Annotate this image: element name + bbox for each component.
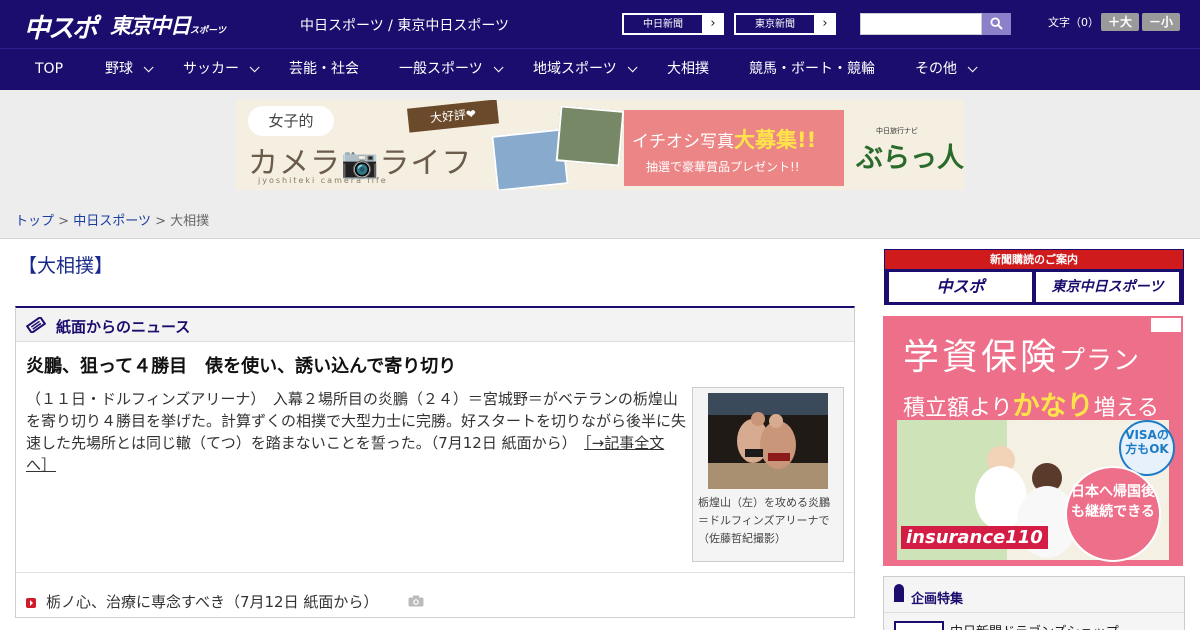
- banner-pink-panel: イチオシ写真大募集!! 抽選で豪華賞品プレゼント!!: [624, 110, 844, 186]
- chevron-down-icon: [493, 62, 504, 73]
- newspaper-icon: [26, 317, 46, 333]
- chevron-down-icon: [627, 62, 638, 73]
- search-input[interactable]: [860, 13, 982, 35]
- subscription-box[interactable]: 新聞購読のご案内 中スポ 東京中日スポーツ: [884, 249, 1184, 305]
- ext-link-label: 中日新聞: [623, 14, 703, 34]
- search-icon: [990, 17, 1003, 30]
- page-title: 【大相撲】: [18, 255, 114, 277]
- divider: [0, 238, 1200, 239]
- sumo-photo: [708, 393, 828, 489]
- nav-label: サッカー: [183, 61, 239, 77]
- ad-subtitle-prefix: 積立額より: [903, 396, 1013, 421]
- feature-header: 企画特集: [884, 577, 1184, 613]
- nav-item-other[interactable]: その他: [915, 49, 978, 91]
- news-section: 紙面からのニュース 炎鵬、狙って４勝目 俵を使い、誘い込んで寄り切り （１１日・…: [15, 306, 855, 618]
- tokyo-logo-small: スポーツ: [190, 26, 226, 36]
- main-nav: TOP 野球 サッカー 芸能・社会 一般スポーツ 地域スポーツ 大相撲 競馬・ボ…: [0, 48, 1200, 90]
- insurance-ad[interactable]: 学資保険プラン 積立額よりかなり増える VISAの方もOK 日本へ帰国後も継続で…: [883, 316, 1183, 566]
- nav-label: 一般スポーツ: [399, 61, 483, 77]
- banner-line1: イチオシ写真大募集!!: [632, 124, 816, 154]
- feature-heading: 企画特集: [911, 592, 964, 607]
- insurance-brand: insurance110: [901, 526, 1048, 549]
- banner-line2: 抽選で豪華賞品プレゼント!!: [646, 160, 800, 174]
- banner-subtitle: jyoshiteki camera life: [258, 176, 388, 185]
- camera-icon: [408, 595, 424, 607]
- ad-subtitle-suffix: 増える: [1093, 396, 1159, 421]
- banner-photo: [555, 105, 625, 167]
- ribbon-icon: [894, 584, 904, 602]
- breadcrumb-separator: >: [155, 214, 166, 229]
- continue-badge: 日本へ帰国後も継続できる: [1065, 466, 1161, 562]
- nav-item-racing[interactable]: 競馬・ボート・競輪: [749, 49, 875, 91]
- font-decrease-button[interactable]: －小: [1142, 13, 1180, 31]
- nav-item-entertainment[interactable]: 芸能・社会: [289, 49, 359, 91]
- ad-choices-icon[interactable]: [1151, 318, 1181, 332]
- nav-item-sumo[interactable]: 大相撲: [667, 49, 709, 91]
- tokyo-chunichi-logo[interactable]: 東京中日スポーツ: [110, 10, 226, 40]
- ad-subtitle-highlight: かなり: [1012, 391, 1094, 422]
- article-summary: （１１日・ドルフィンズアリーナ） 入幕２場所目の炎鵬（２４）＝宮城野＝がベテラン…: [26, 388, 686, 476]
- chevron-down-icon: [967, 62, 978, 73]
- chevron-down-icon: [249, 62, 260, 73]
- related-article-link[interactable]: 栃ノ心、治療に専念すべき（7月12日 紙面から）: [46, 591, 378, 612]
- tokyo-logo-text: 東京中日: [110, 14, 191, 38]
- ad-title-main: 学資保険: [903, 337, 1060, 378]
- ad-subtitle: 積立額よりかなり増える: [903, 384, 1159, 423]
- banner-line1-highlight: 大募集!!: [734, 128, 817, 152]
- nav-item-soccer[interactable]: サッカー: [183, 49, 260, 91]
- nav-label: 競馬・ボート・競輪: [749, 61, 875, 77]
- related-article-row[interactable]: 栃ノ心、治療に専念すべき（7月12日 紙面から）: [16, 572, 854, 618]
- photo-caption: 栃煌山（左）を攻める炎鵬＝ドルフィンズアリーナで（佐藤哲紀撮影）: [698, 496, 830, 545]
- font-increase-button[interactable]: ＋大: [1101, 13, 1139, 31]
- breadcrumb-separator: >: [58, 214, 70, 229]
- ext-link-label: 東京新聞: [735, 14, 815, 34]
- banner-bubble: 女子的: [248, 106, 334, 136]
- search-button[interactable]: [982, 13, 1011, 35]
- banner-brand: ぶらっ人: [856, 143, 964, 174]
- article-headline[interactable]: 炎鵬、狙って４勝目 俵を使い、誘い込んで寄り切り: [26, 352, 456, 378]
- site-names: 中日スポーツ / 東京中日スポーツ: [300, 18, 510, 34]
- banner-line1-prefix: イチオシ写真: [632, 132, 734, 152]
- nav-item-local-sports[interactable]: 地域スポーツ: [533, 49, 638, 91]
- nav-label: 野球: [105, 61, 133, 77]
- feature-section: 企画特集 中日新聞ドラゴンズショップ: [883, 576, 1185, 630]
- font-size-label: 文字（0）: [1048, 16, 1099, 29]
- news-section-heading: 紙面からのニュース: [56, 318, 191, 336]
- breadcrumb-current: 大相撲: [170, 214, 210, 229]
- nav-label: TOP: [35, 61, 64, 77]
- feature-item-link[interactable]: 中日新聞ドラゴンズショップ: [950, 621, 1119, 630]
- tokyo-shimbun-link[interactable]: 東京新聞 ›: [734, 13, 836, 35]
- banner-tag: 大好評❤: [406, 100, 500, 133]
- subscription-title: 新聞購読のご案内: [885, 250, 1183, 269]
- nav-label: 芸能・社会: [289, 61, 359, 77]
- top-header: 中スポ 東京中日スポーツ 中日スポーツ / 東京中日スポーツ 中日新聞 › 東京…: [0, 0, 1200, 48]
- article-photo-box[interactable]: 栃煌山（左）を攻める炎鵬＝ドルフィンズアリーナで（佐藤哲紀撮影）: [692, 387, 844, 562]
- nav-label: 大相撲: [667, 61, 709, 77]
- nav-item-top[interactable]: TOP: [35, 49, 63, 91]
- breadcrumb-top-link[interactable]: トップ: [15, 214, 54, 229]
- nav-item-general-sports[interactable]: 一般スポーツ: [399, 49, 504, 91]
- news-section-header: 紙面からのニュース: [16, 308, 854, 342]
- camera-life-banner-ad[interactable]: 女子的 カメラ📷ライフ jyoshiteki camera life 大好評❤ …: [236, 100, 964, 190]
- nav-label: その他: [915, 61, 957, 77]
- breadcrumb: トップ > 中日スポーツ > 大相撲: [15, 210, 209, 229]
- chuspo-logo[interactable]: 中スポ: [24, 8, 98, 45]
- chunichi-shimbun-link[interactable]: 中日新聞 ›: [622, 13, 724, 35]
- feature-thumbnail[interactable]: [894, 621, 944, 630]
- ad-title-suffix: プラン: [1059, 346, 1141, 376]
- play-bullet-icon: [26, 598, 36, 608]
- chevron-down-icon: [143, 62, 154, 73]
- sumo-photo-drawing: [708, 393, 828, 489]
- chevron-right-icon: ›: [710, 16, 716, 31]
- nav-label: 地域スポーツ: [533, 61, 617, 77]
- banner-brand-small: 中日旅行ナビ: [876, 127, 918, 135]
- subscribe-chuspo-logo[interactable]: 中スポ: [889, 272, 1032, 302]
- breadcrumb-chunichi-sports-link[interactable]: 中日スポーツ: [73, 214, 151, 229]
- nav-item-baseball[interactable]: 野球: [105, 49, 154, 91]
- ad-title: 学資保険プラン: [903, 328, 1140, 380]
- chevron-right-icon: ›: [822, 16, 828, 31]
- banner-band: 女子的 カメラ📷ライフ jyoshiteki camera life 大好評❤ …: [0, 90, 1200, 238]
- subscribe-tokyo-chunichi-logo[interactable]: 東京中日スポーツ: [1036, 272, 1179, 302]
